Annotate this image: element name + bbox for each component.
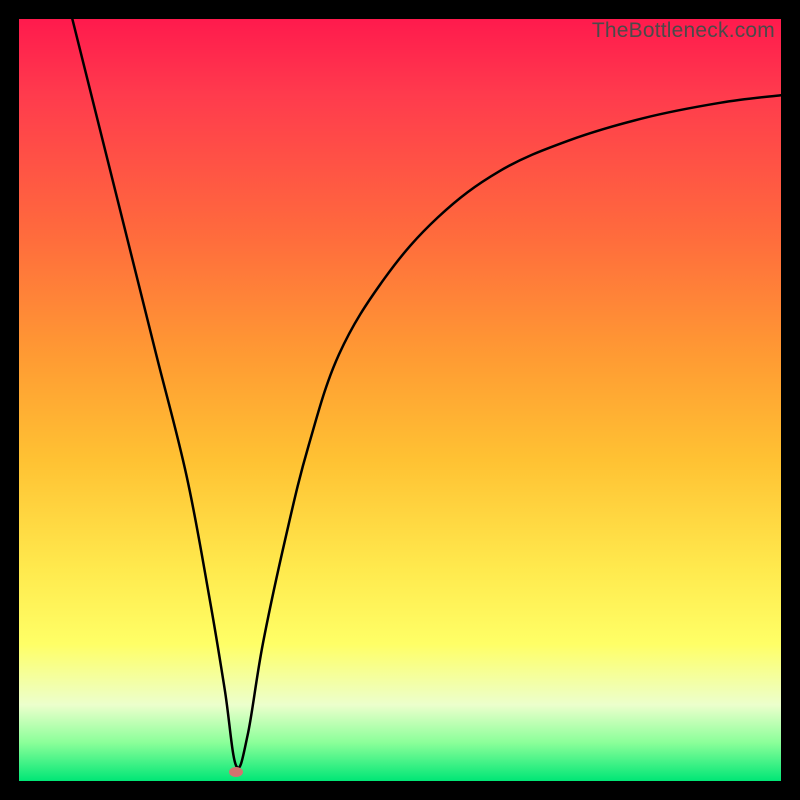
bottleneck-curve	[19, 19, 781, 781]
optimum-marker	[229, 767, 243, 777]
chart-area: TheBottleneck.com	[19, 19, 781, 781]
